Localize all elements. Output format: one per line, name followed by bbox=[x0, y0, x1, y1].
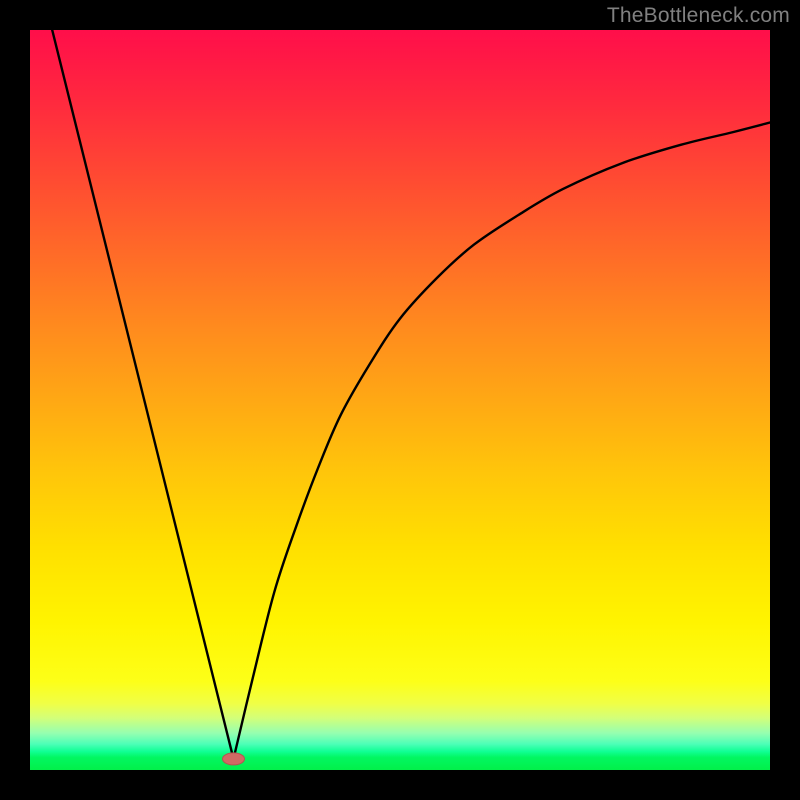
curve-group bbox=[52, 30, 770, 765]
chart-frame: TheBottleneck.com bbox=[0, 0, 800, 800]
chart-svg bbox=[30, 30, 770, 770]
optimum-marker bbox=[223, 753, 245, 765]
watermark-text: TheBottleneck.com bbox=[607, 4, 790, 28]
plot-area bbox=[30, 30, 770, 770]
bottleneck-curve bbox=[52, 30, 770, 759]
